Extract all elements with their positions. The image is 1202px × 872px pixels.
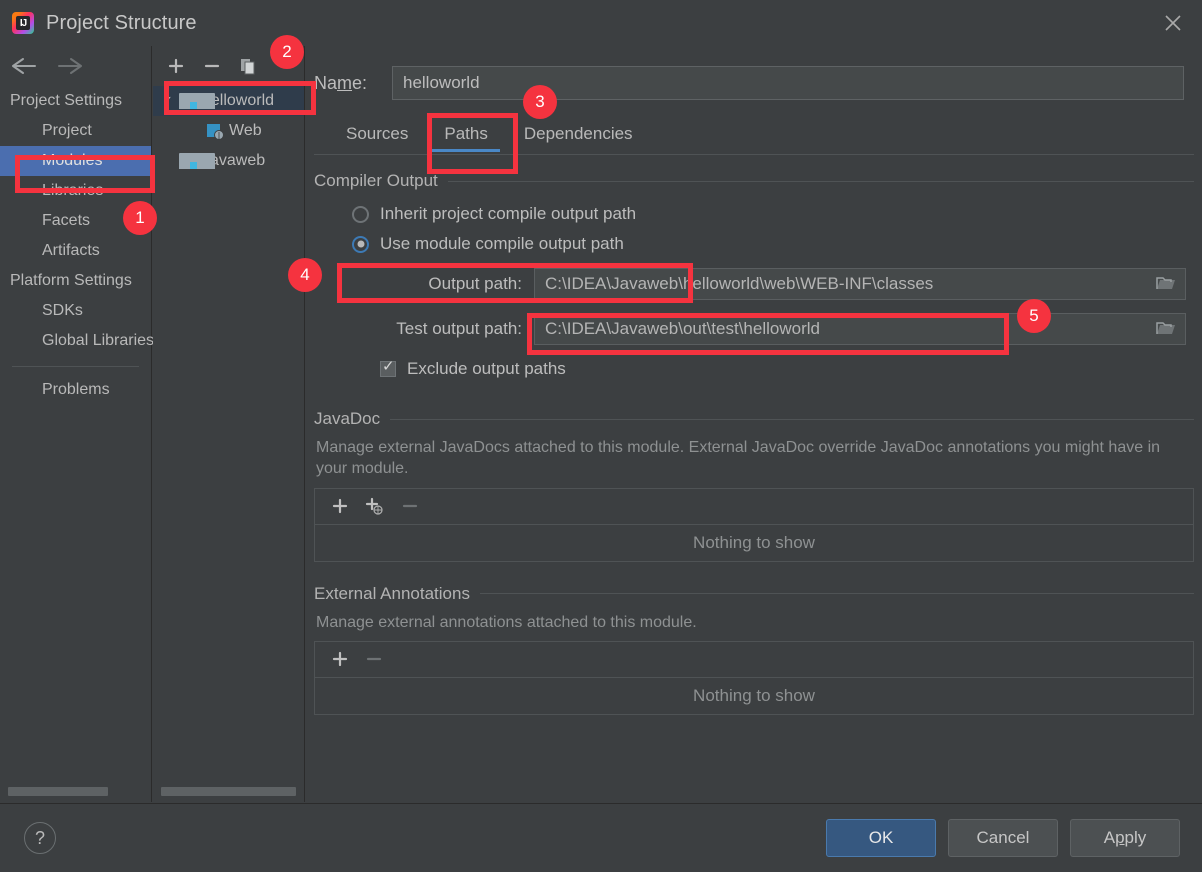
radio-label: Inherit project compile output path	[380, 204, 637, 223]
help-icon[interactable]: ?	[24, 822, 56, 854]
copy-icon[interactable]	[237, 55, 259, 77]
external-annotations-toolbar	[314, 640, 1194, 677]
window-title: Project Structure	[46, 11, 197, 34]
module-icon	[179, 153, 215, 169]
sidebar-divider	[12, 366, 139, 367]
settings-sidebar: Project Settings Project Modules Librari…	[0, 46, 154, 802]
sidebar-item-libraries[interactable]: Libraries	[0, 176, 151, 206]
compiler-output-section: Compiler Output Inherit project compile …	[314, 171, 1194, 379]
tab-paths[interactable]: Paths	[426, 118, 505, 154]
exclude-output-paths-checkbox[interactable]: Exclude output paths	[314, 349, 1194, 379]
javadoc-toolbar	[314, 487, 1194, 524]
folder-icon[interactable]	[1147, 314, 1185, 344]
module-tabs: Sources Paths Dependencies	[306, 110, 1202, 154]
ok-button[interactable]: OK	[826, 819, 936, 857]
external-annotations-title: External Annotations	[314, 583, 470, 603]
plus-icon[interactable]	[331, 497, 349, 515]
plus-globe-icon[interactable]	[365, 497, 385, 515]
compiler-output-header: Compiler Output	[314, 171, 1194, 191]
dialog-buttons: OK Cancel Ap ply	[826, 819, 1180, 857]
compiler-output-title: Compiler Output	[314, 171, 438, 190]
module-settings-panel: Name: Sources Paths Dependencies Compile…	[306, 46, 1202, 802]
intellij-logo-icon: IJ	[12, 12, 34, 34]
output-path-row: Output path: C:\IDEA\Javaweb\helloworld\…	[314, 264, 1194, 304]
output-path-value: C:\IDEA\Javaweb\helloworld\web\WEB-INF\c…	[545, 274, 934, 293]
minus-icon[interactable]	[201, 55, 223, 77]
radio-use-module-output[interactable]: Use module compile output path	[314, 229, 1194, 259]
sidebar-item-project[interactable]: Project	[0, 116, 151, 146]
section-divider-line	[390, 418, 1194, 420]
minus-icon[interactable]	[401, 497, 419, 515]
tree-horizontal-scrollbar[interactable]	[161, 787, 296, 796]
external-annotations-section: External Annotations Manage external ann…	[314, 584, 1194, 715]
module-name-input[interactable]	[392, 66, 1184, 100]
javadoc-section: JavaDoc Manage external JavaDocs attache…	[314, 409, 1194, 562]
module-icon	[179, 93, 215, 109]
javadoc-title: JavaDoc	[314, 409, 381, 428]
folder-icon[interactable]	[1147, 269, 1185, 299]
sidebar-item-global-libraries[interactable]: Global Libraries	[0, 326, 154, 356]
section-divider-line	[447, 180, 1194, 182]
external-annotations-empty-list: Nothing to show	[314, 676, 1194, 715]
sidebar-group-project-settings: Project Settings	[10, 92, 123, 109]
sidebar-item-modules[interactable]: Modules	[0, 146, 151, 176]
sidebar-item-facets[interactable]: Facets	[0, 206, 151, 236]
javadoc-header: JavaDoc	[314, 409, 1194, 429]
test-output-path-field[interactable]: C:\IDEA\Javaweb\out\test\helloworld	[534, 313, 1186, 345]
sidebar-horizontal-scrollbar[interactable]	[8, 787, 108, 796]
javadoc-empty-list: Nothing to show	[314, 523, 1194, 562]
tab-sources[interactable]: Sources	[328, 118, 426, 154]
test-output-path-label: Test output path:	[396, 319, 522, 338]
output-path-field[interactable]: C:\IDEA\Javaweb\helloworld\web\WEB-INF\c…	[534, 268, 1186, 300]
sidebar-group-platform-settings: Platform Settings	[10, 272, 132, 289]
tabs-divider	[314, 154, 1194, 155]
plus-icon[interactable]	[165, 55, 187, 77]
radio-inherit-project-output[interactable]: Inherit project compile output path	[314, 199, 1194, 229]
javadoc-description: Manage external JavaDocs attached to thi…	[316, 439, 1161, 478]
external-annotations-header: External Annotations	[314, 584, 1194, 604]
web-facet-icon	[206, 123, 224, 140]
navigation-arrows	[0, 46, 151, 86]
tree-node-helloworld[interactable]: ✓ helloworld	[153, 86, 304, 116]
test-output-path-row: Test output path: C:\IDEA\Javaweb\out\te…	[314, 309, 1194, 349]
cancel-button[interactable]: Cancel	[948, 819, 1058, 857]
tree-node-javaweb[interactable]: Javaweb	[153, 146, 304, 176]
external-annotations-description: Manage external annotations attached to …	[316, 613, 697, 631]
sidebar-item-problems[interactable]: Problems	[0, 375, 151, 405]
radio-icon	[352, 205, 369, 223]
test-output-path-value: C:\IDEA\Javaweb\out\test\helloworld	[545, 319, 820, 338]
tree-node-web[interactable]: Web	[153, 116, 304, 146]
output-path-label: Output path:	[428, 274, 522, 293]
title-bar: IJ Project Structure	[0, 0, 1202, 46]
module-name-label: Name:	[314, 72, 368, 93]
radio-icon-selected	[352, 235, 369, 253]
sidebar-item-artifacts[interactable]: Artifacts	[0, 236, 151, 266]
checkbox-icon	[380, 359, 396, 377]
section-divider-line	[479, 593, 1194, 595]
module-name-row: Name:	[306, 63, 1202, 103]
radio-label: Use module compile output path	[380, 234, 624, 253]
module-tree-toolbar	[153, 46, 304, 86]
plus-icon[interactable]	[331, 650, 349, 668]
checkbox-label: Exclude output paths	[407, 359, 566, 378]
tab-dependencies[interactable]: Dependencies	[506, 118, 651, 154]
apply-button[interactable]: Ap ply	[1070, 819, 1180, 857]
sidebar-item-sdks[interactable]: SDKs	[0, 296, 151, 326]
minus-icon[interactable]	[365, 650, 383, 668]
arrow-right-icon[interactable]	[56, 56, 84, 76]
logo-text: IJ	[16, 16, 30, 30]
tree-node-label: Web	[229, 122, 262, 139]
module-tree-panel: ✓ helloworld Web Javaweb	[153, 46, 305, 802]
close-icon[interactable]	[1158, 8, 1188, 38]
arrow-left-icon[interactable]	[10, 56, 38, 76]
tree-node-check-icon: ✓	[162, 93, 173, 108]
dialog-footer: ? OK Cancel Ap ply	[0, 803, 1202, 872]
